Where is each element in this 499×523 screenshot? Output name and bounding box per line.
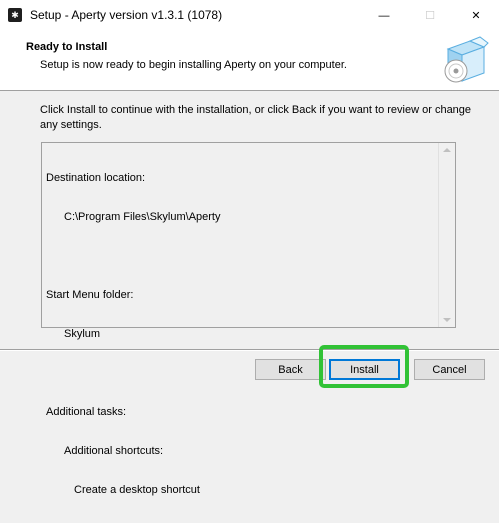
back-button[interactable]: Back xyxy=(255,359,326,380)
window-title: Setup - Aperty version v1.3.1 (1078) xyxy=(30,8,223,22)
memo-scrollbar[interactable] xyxy=(438,143,455,327)
title-bar: ✱ Setup - Aperty version v1.3.1 (1078) —… xyxy=(0,0,499,31)
tasks-label: Additional tasks: xyxy=(46,406,127,418)
page-title: Ready to Install xyxy=(26,41,108,53)
start-menu-label: Start Menu folder: xyxy=(46,289,134,301)
cancel-button[interactable]: Cancel xyxy=(414,359,485,380)
scroll-down-icon[interactable] xyxy=(443,318,451,322)
footer-divider xyxy=(0,349,499,351)
install-button[interactable]: Install xyxy=(329,359,400,380)
minimize-button[interactable]: — xyxy=(361,0,407,31)
install-summary-memo[interactable]: Destination location: C:\Program Files\S… xyxy=(41,142,456,496)
destination-value: C:\Program Files\Skylum\Aperty xyxy=(64,211,221,223)
page-subtitle: Setup is now ready to begin installing A… xyxy=(40,59,347,71)
start-menu-value: Skylum xyxy=(64,328,101,340)
maximize-button: ☐ xyxy=(425,10,435,22)
tasks-item: Create a desktop shortcut xyxy=(74,484,200,496)
close-button[interactable]: ✕ xyxy=(453,0,499,31)
wizard-header: Ready to Install Setup is now ready to b… xyxy=(0,31,499,91)
tasks-group: Additional shortcuts: xyxy=(64,445,164,457)
instructions-text: Click Install to continue with the insta… xyxy=(40,104,472,131)
destination-label: Destination location: xyxy=(46,172,146,184)
setup-box-disc-icon xyxy=(444,36,489,83)
scroll-up-icon[interactable] xyxy=(443,148,451,152)
app-icon: ✱ xyxy=(8,8,22,22)
